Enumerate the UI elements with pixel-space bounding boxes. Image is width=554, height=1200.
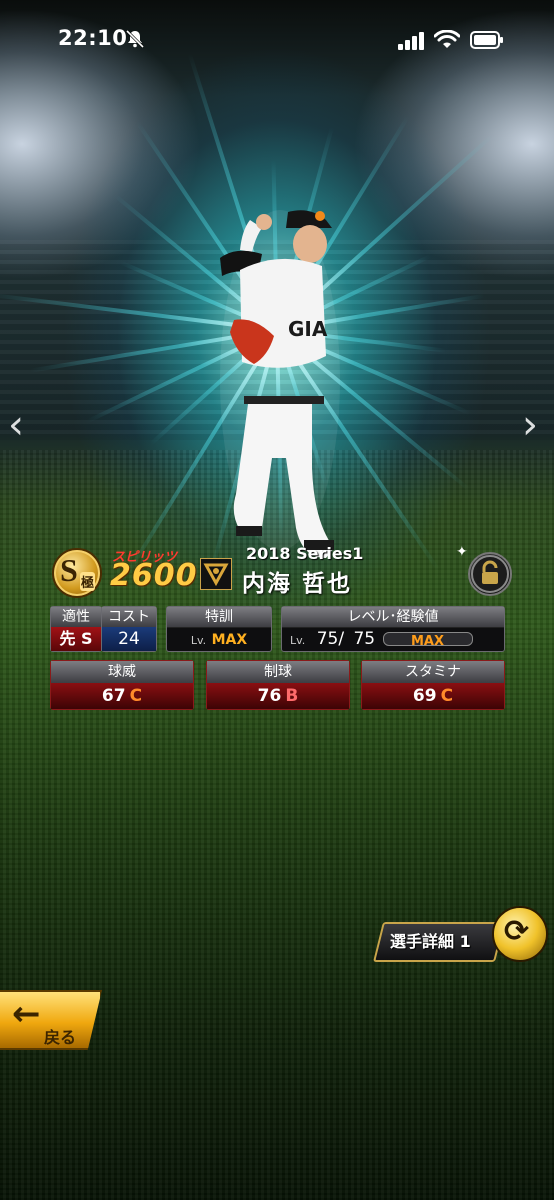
wifi-icon — [434, 30, 460, 48]
back-arrow-icon[interactable]: ← — [12, 994, 41, 1034]
stat-header: 球威 — [51, 661, 193, 684]
player-name: 内海 哲也 — [242, 571, 353, 597]
aptitude-value: 先 S — [51, 627, 101, 651]
status-bar: 22:10 — [0, 0, 554, 80]
stat-rank: C — [440, 686, 454, 706]
aptitude-position: 先 — [59, 629, 76, 648]
stat-value: 76 B — [207, 683, 349, 709]
aptitude-grade: S — [81, 629, 93, 648]
lock-toggle-icon[interactable] — [468, 552, 512, 596]
rarity-letter: S — [60, 552, 78, 588]
next-card-arrow-icon[interactable]: › — [522, 405, 538, 445]
player-illustration: GIA — [220, 210, 340, 558]
cost-value: 24 — [102, 627, 156, 651]
swap-glyph: ⟳ — [504, 914, 530, 949]
rarity-badge: S 極 — [52, 548, 102, 598]
level-current: 75/ — [316, 629, 345, 649]
bell-muted-icon — [125, 29, 145, 49]
level-panel: レベル･経験値 Lv. 75/ 75 MAX — [281, 606, 505, 652]
level-lv-prefix: Lv. — [290, 634, 306, 647]
stat-rank: C — [129, 686, 143, 706]
player-detail-label[interactable]: 選手詳細 1 — [390, 928, 471, 952]
clock: 22:10 — [58, 26, 128, 50]
training-panel: 特訓 Lv. MAX — [166, 606, 272, 652]
stat-number: 69 — [412, 686, 437, 706]
exp-bar: MAX — [382, 632, 473, 649]
training-value: Lv. MAX — [167, 627, 271, 651]
training-lv-prefix: Lv. — [190, 634, 207, 647]
stat-stamina: スタミナ 69 C — [361, 660, 505, 710]
training-max: MAX — [211, 632, 248, 648]
spirits-value: 2600 — [110, 558, 198, 593]
stat-velocity: 球威 67 C — [50, 660, 194, 710]
aptitude-header: 適性 — [51, 607, 101, 628]
stat-control: 制球 76 B — [206, 660, 350, 710]
stat-header: 制球 — [207, 661, 349, 684]
rarity-sub-label: 極 — [80, 572, 96, 591]
exp-max-label: MAX — [410, 634, 445, 649]
level-header: レベル･経験値 — [282, 607, 504, 628]
svg-text:GIA: GIA — [288, 317, 328, 341]
card-series: 2018 Series1 — [246, 544, 364, 563]
training-header: 特訓 — [167, 607, 271, 628]
stat-value: 67 C — [51, 683, 193, 709]
stat-number: 67 — [101, 686, 126, 706]
level-value: Lv. 75/ 75 MAX — [282, 627, 504, 651]
sparkle-icon: ✦ — [456, 544, 468, 560]
cost-panel: コスト 24 — [101, 606, 157, 652]
team-logo-icon — [200, 558, 232, 590]
stat-header: スタミナ — [362, 661, 504, 684]
stat-value: 69 C — [362, 683, 504, 709]
swap-icon[interactable]: ⟳ — [492, 906, 548, 962]
stat-rank: B — [285, 686, 299, 706]
back-label[interactable]: 戻る — [44, 1024, 76, 1048]
stat-number: 76 — [257, 686, 282, 706]
cost-header: コスト — [102, 607, 156, 628]
signal-icon — [398, 32, 424, 50]
battery-icon — [470, 31, 503, 49]
level-max: 75 — [353, 629, 376, 649]
aptitude-panel: 適性 先 S — [50, 606, 102, 652]
previous-card-arrow-icon[interactable]: ‹ — [8, 405, 24, 445]
